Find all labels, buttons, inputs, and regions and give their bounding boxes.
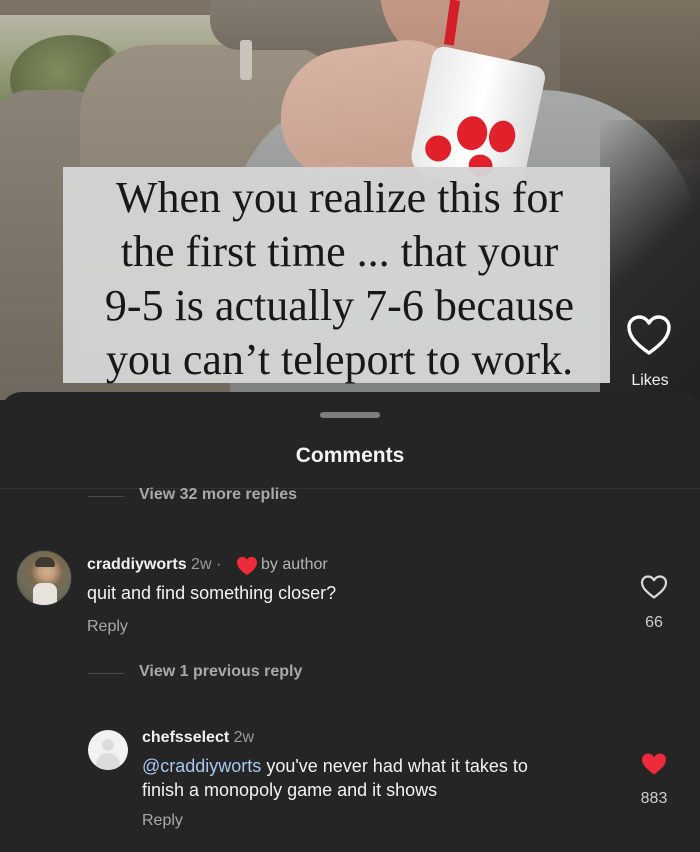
username-text[interactable]: craddiyworts bbox=[87, 556, 187, 573]
reply-button[interactable]: Reply bbox=[142, 812, 183, 830]
avatar-shirt bbox=[33, 583, 57, 605]
avatar[interactable] bbox=[16, 550, 72, 606]
like-count: 883 bbox=[640, 790, 668, 807]
cup-dot bbox=[486, 118, 519, 155]
video-frame[interactable]: When you realize this for the first time… bbox=[0, 0, 700, 400]
caption-line: you can’t teleport to work. bbox=[105, 335, 574, 384]
view-more-replies-button[interactable]: View 32 more replies bbox=[139, 486, 297, 504]
reply-button[interactable]: Reply bbox=[87, 618, 128, 636]
comment-username[interactable]: chefsselect 2w bbox=[142, 729, 254, 747]
cup-dot bbox=[453, 113, 491, 153]
comment-text: quit and find something closer? bbox=[87, 583, 337, 603]
headrest-post bbox=[240, 40, 252, 80]
mention-link[interactable]: @craddiyworts bbox=[142, 756, 261, 776]
likes-label[interactable]: Likes bbox=[600, 372, 700, 390]
comment-time: 2w bbox=[191, 556, 212, 573]
sheet-title: Comments bbox=[295, 444, 405, 467]
heart-outline-icon[interactable] bbox=[625, 312, 673, 360]
comment-text-part: finish a monopoly game and it shows bbox=[142, 780, 438, 800]
comment-time: 2w bbox=[233, 729, 255, 746]
like-count: 66 bbox=[645, 614, 663, 631]
divider bbox=[0, 488, 700, 489]
separator: · bbox=[215, 556, 222, 573]
author-badge: by author bbox=[261, 556, 328, 573]
sheet-grabber[interactable] bbox=[320, 412, 380, 418]
username-text[interactable]: chefsselect bbox=[142, 729, 229, 746]
comment-text-part: you've never had what it takes to bbox=[261, 756, 528, 776]
avatar-hat bbox=[35, 557, 55, 567]
caption-line: the first time ... that your bbox=[120, 227, 559, 276]
avatar-placeholder-body bbox=[96, 753, 120, 770]
divider bbox=[88, 496, 124, 497]
caption-line: When you realize this for bbox=[115, 173, 564, 222]
view-previous-reply-button[interactable]: View 1 previous reply bbox=[139, 663, 302, 681]
avatar-placeholder-head bbox=[102, 739, 114, 751]
heart-filled-icon bbox=[237, 556, 257, 576]
caption-line: 9-5 is actually 7-6 because bbox=[104, 281, 575, 330]
heart-filled-icon[interactable] bbox=[640, 751, 668, 777]
avatar[interactable] bbox=[88, 730, 128, 770]
comment-username[interactable]: craddiyworts 2w · bbox=[87, 556, 221, 574]
video-caption: When you realize this for the first time… bbox=[63, 167, 610, 384]
cup-dot bbox=[422, 133, 454, 164]
heart-outline-icon[interactable] bbox=[640, 574, 668, 600]
comment-text: @craddiyworts you've never had what it t… bbox=[142, 754, 612, 802]
divider bbox=[88, 673, 124, 674]
